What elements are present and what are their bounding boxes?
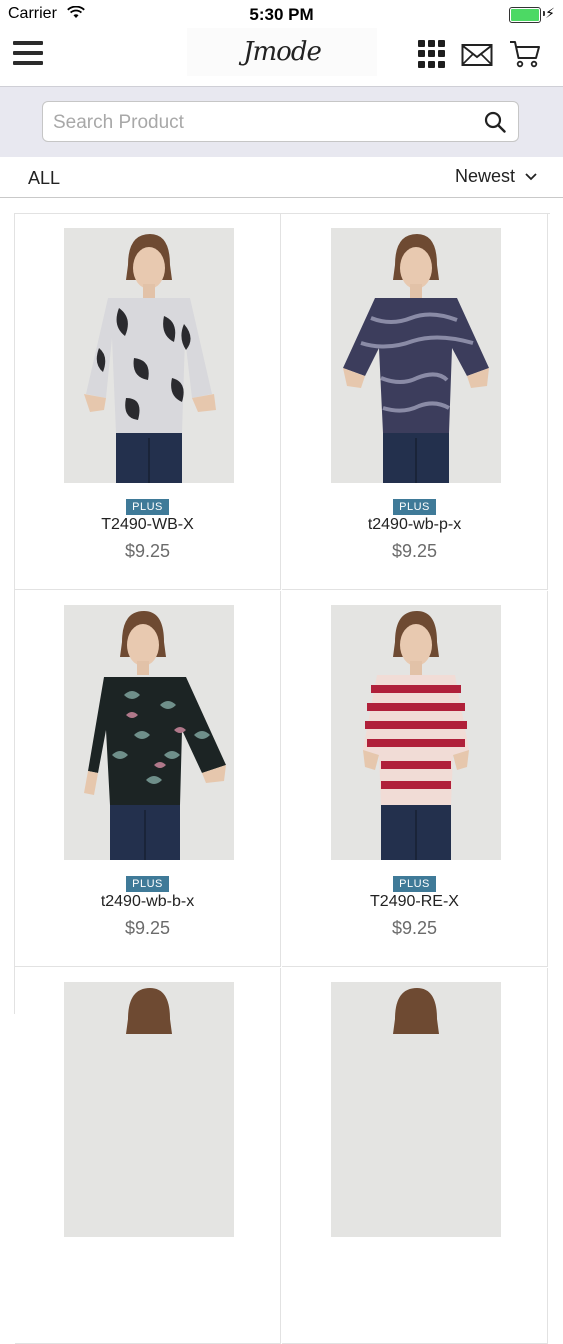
battery-fill bbox=[511, 9, 539, 21]
product-image[interactable] bbox=[64, 605, 234, 860]
search-input[interactable] bbox=[51, 102, 475, 143]
product-name[interactable]: T2490-WB-X bbox=[15, 516, 280, 534]
chevron-down-icon bbox=[525, 172, 537, 180]
product-price: $9.25 bbox=[391, 918, 438, 938]
product-card[interactable] bbox=[282, 968, 548, 1344]
sort-label: Newest bbox=[454, 166, 515, 186]
product-card[interactable]: PLUS T2490-RE-X $9.25 bbox=[282, 591, 548, 967]
logo-text: Jmode bbox=[243, 37, 322, 67]
plus-size-badge: PLUS bbox=[126, 876, 169, 892]
product-name[interactable]: T2490-RE-X bbox=[282, 893, 547, 911]
product-price: $9.25 bbox=[124, 918, 171, 938]
top-nav-bar: Jmode bbox=[0, 28, 563, 87]
battery-icon bbox=[509, 7, 541, 23]
product-name[interactable]: t2490-wb-b-x bbox=[15, 893, 280, 911]
product-price: $9.25 bbox=[391, 541, 438, 561]
sort-dropdown[interactable]: Newest bbox=[455, 166, 537, 187]
product-image[interactable] bbox=[331, 605, 501, 860]
product-image[interactable] bbox=[64, 982, 234, 1237]
search-icon[interactable] bbox=[484, 111, 506, 133]
plus-size-badge: PLUS bbox=[393, 499, 436, 515]
product-image[interactable] bbox=[331, 228, 501, 483]
product-card[interactable]: PLUS t2490-wb-b-x $9.25 bbox=[15, 591, 281, 967]
search-box bbox=[42, 101, 519, 143]
status-bar: Carrier 5:30 PM ⚡ bbox=[0, 0, 563, 28]
plus-size-badge: PLUS bbox=[393, 876, 436, 892]
product-card[interactable] bbox=[15, 968, 281, 1344]
category-filter[interactable]: ALL bbox=[28, 168, 60, 189]
product-image[interactable] bbox=[331, 982, 501, 1237]
mail-icon[interactable] bbox=[461, 43, 493, 67]
charging-bolt-icon: ⚡ bbox=[545, 5, 555, 21]
product-name[interactable]: t2490-wb-p-x bbox=[282, 516, 547, 534]
product-card[interactable]: PLUS T2490-WB-X $9.25 bbox=[15, 214, 281, 590]
brand-logo[interactable]: Jmode bbox=[187, 28, 377, 76]
cart-icon[interactable] bbox=[509, 39, 541, 69]
product-grid: PLUS T2490-WB-X $9.25 PLUS t2490-wb-p-x … bbox=[14, 213, 550, 1344]
filter-bar: ALL Newest bbox=[0, 157, 563, 198]
search-band bbox=[0, 87, 563, 157]
menu-icon[interactable] bbox=[13, 41, 43, 69]
plus-size-badge: PLUS bbox=[126, 499, 169, 515]
product-image[interactable] bbox=[64, 228, 234, 483]
status-time: 5:30 PM bbox=[249, 5, 314, 24]
product-price: $9.25 bbox=[124, 541, 171, 561]
grid-view-icon[interactable] bbox=[418, 40, 445, 68]
product-card[interactable]: PLUS t2490-wb-p-x $9.25 bbox=[282, 214, 548, 590]
